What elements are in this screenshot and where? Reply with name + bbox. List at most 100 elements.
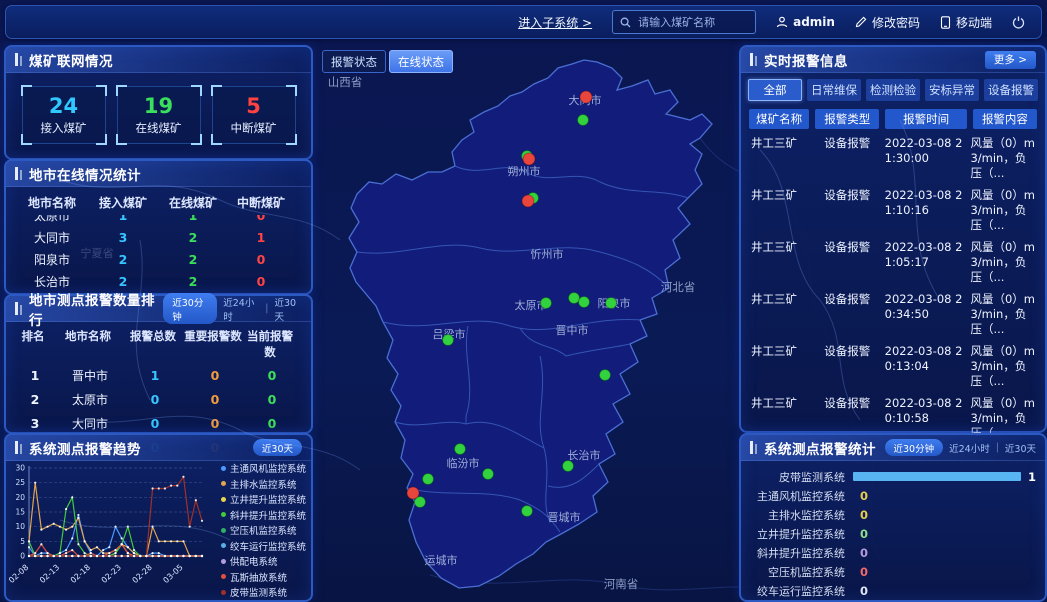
- more-button[interactable]: 更多 >: [985, 51, 1036, 69]
- tab-设备报警[interactable]: 设备报警: [984, 79, 1038, 101]
- bar-area: 0: [853, 508, 1033, 522]
- time-filter[interactable]: 近24小时: [949, 441, 990, 455]
- map-toggle-在线状态[interactable]: 在线状态: [389, 50, 453, 73]
- alarm-row[interactable]: 井工三矿设备报警2022-03-08 20:13:04风量（0）m3/min，负…: [749, 344, 1037, 389]
- mine-dot-online[interactable]: [600, 370, 611, 381]
- tab-全部[interactable]: 全部: [748, 79, 802, 101]
- system-alarm-item[interactable]: 主通风机监控系统0: [753, 486, 1033, 505]
- panel-title-icon: [15, 441, 23, 454]
- alarm-content: 风量（0）m3/min，负压（...: [970, 240, 1037, 285]
- filter-chip-active[interactable]: 近30天: [253, 439, 302, 456]
- important-alarms: 0: [184, 368, 246, 383]
- mine-dot-online[interactable]: [579, 297, 590, 308]
- mine-search[interactable]: [612, 10, 756, 34]
- alarm-type: 设备报警: [816, 292, 879, 337]
- svg-text:运城市: 运城市: [425, 553, 458, 567]
- legend-item[interactable]: 供配电系统: [221, 554, 306, 568]
- legend-item[interactable]: 瓦斯抽放系统: [221, 570, 306, 584]
- corner-decoration: [116, 134, 127, 145]
- change-password-button[interactable]: 修改密码: [855, 14, 920, 31]
- system-name: 斜井提升监控系统: [753, 545, 845, 561]
- time-filter-active[interactable]: 近30分钟: [163, 293, 217, 324]
- mine-dot-online[interactable]: [522, 506, 533, 517]
- mine-dot-online[interactable]: [483, 469, 494, 480]
- mine-dot-offline[interactable]: [580, 91, 592, 103]
- city-online-row[interactable]: 阳泉市220: [16, 248, 301, 270]
- mine-dot-online[interactable]: [606, 298, 617, 309]
- bar-area: 0: [853, 584, 1033, 598]
- legend-item[interactable]: 主通风机监控系统: [221, 461, 306, 475]
- legend-item[interactable]: 皮带监测系统: [221, 585, 306, 599]
- rank-row[interactable]: 2太原市000: [16, 387, 301, 411]
- city-online-row[interactable]: 太原市110: [16, 215, 301, 226]
- mine-dot-online[interactable]: [541, 298, 552, 309]
- system-name: 立井提升监控系统: [753, 526, 845, 542]
- tab-安标异常[interactable]: 安标异常: [925, 79, 979, 101]
- alarm-row[interactable]: 井工三矿设备报警2022-03-08 21:30:00风量（0）m3/min，负…: [749, 136, 1037, 181]
- bar-area: 0: [853, 546, 1033, 560]
- user-icon: [776, 16, 788, 28]
- alarm-row[interactable]: 井工三矿设备报警2022-03-08 21:05:17风量（0）m3/min，负…: [749, 240, 1037, 285]
- bar-area: 1: [853, 470, 1036, 484]
- panel-header: 系统测点报警趋势 近30天: [6, 435, 311, 461]
- mine-dot-offline[interactable]: [522, 195, 534, 207]
- column-header: 报警总数: [124, 328, 182, 360]
- map-toggle-报警状态[interactable]: 报警状态: [322, 50, 386, 73]
- system-alarm-item[interactable]: 空压机监控系统0: [753, 562, 1033, 581]
- offline-count: 0: [228, 252, 294, 267]
- user-menu[interactable]: admin: [776, 15, 835, 29]
- time-filter[interactable]: 近30天: [274, 295, 302, 323]
- svg-text:20: 20: [15, 493, 25, 502]
- legend-item[interactable]: 绞车运行监控系统: [221, 539, 306, 553]
- legend-item[interactable]: 空压机监控系统: [221, 523, 306, 537]
- corner-decoration: [286, 85, 297, 96]
- city-online-row[interactable]: 大同市321: [16, 226, 301, 248]
- system-alarm-item[interactable]: 斜井提升监控系统 0: [753, 543, 1033, 562]
- alarm-row[interactable]: 井工三矿设备报警2022-03-08 20:10:58风量（0）m3/min，负…: [749, 396, 1037, 436]
- alarm-column-header: 煤矿名称: [749, 109, 809, 129]
- tab-日常维保[interactable]: 日常维保: [807, 79, 861, 101]
- mine-dot-online[interactable]: [455, 444, 466, 455]
- rank-row[interactable]: 1晋中市100: [16, 363, 301, 387]
- mine-dot-online[interactable]: [563, 461, 574, 472]
- panel-title: 系统测点报警趋势: [29, 438, 141, 458]
- mobile-button[interactable]: 移动端: [940, 14, 992, 31]
- system-alarm-item[interactable]: 皮带监测系统1: [753, 467, 1033, 486]
- legend-item[interactable]: 斜井提升监控系统: [221, 508, 306, 522]
- mine-dot-offline[interactable]: [523, 153, 535, 165]
- legend-item[interactable]: 主排水监控系统: [221, 477, 306, 491]
- mine-dot-online[interactable]: [423, 474, 434, 485]
- alarm-row[interactable]: 井工三矿设备报警2022-03-08 20:34:50风量（0）m3/min，负…: [749, 292, 1037, 337]
- system-alarm-item[interactable]: 绞车运行监控系统0: [753, 581, 1033, 600]
- alarm-type: 设备报警: [816, 136, 879, 181]
- tab-检测检验[interactable]: 检测检验: [866, 79, 920, 101]
- panel-city-alarm-rank: 地市测点报警数量排行 近30分钟近24小时|近30天 排名地市名称报警总数重要报…: [4, 294, 313, 434]
- search-icon: [620, 17, 631, 28]
- alarm-row[interactable]: 井工三矿设备报警2022-03-08 21:10:16风量（0）m3/min，负…: [749, 188, 1037, 233]
- search-input[interactable]: [636, 15, 748, 30]
- offline-count: 0: [228, 215, 294, 223]
- legend-item[interactable]: 立井提升监控系统: [221, 492, 306, 506]
- mine-dot-online[interactable]: [578, 115, 589, 126]
- legend-dot: [221, 497, 226, 502]
- column-header: 当前报警数: [244, 328, 296, 360]
- mine-dot-offline[interactable]: [407, 487, 419, 499]
- value-bar: [853, 472, 1021, 481]
- city-online-headers: 地市名称接入煤矿在线煤矿中断煤矿: [6, 187, 311, 215]
- svg-text:02-18: 02-18: [69, 563, 92, 585]
- mine-dot-online[interactable]: [443, 335, 454, 346]
- time-filter-active[interactable]: 近30分钟: [885, 439, 944, 456]
- system-alarm-item[interactable]: 立井提升监控系统0: [753, 524, 1033, 543]
- city-name: 阳泉市: [16, 251, 88, 268]
- corner-decoration: [191, 134, 202, 145]
- logout-button[interactable]: [1012, 16, 1025, 29]
- trend-legend: 主通风机监控系统主排水监控系统立井提升监控系统斜井提升监控系统空压机监控系统绞车…: [221, 461, 306, 599]
- online-count: 1: [158, 215, 228, 223]
- time-filter[interactable]: 近30天: [1005, 441, 1036, 455]
- system-alarm-item[interactable]: 主排水监控系统0: [753, 505, 1033, 524]
- time-filter[interactable]: 近24小时: [223, 295, 259, 323]
- rank-row[interactable]: 3大同市000: [16, 411, 301, 435]
- mine-dot-online[interactable]: [569, 293, 580, 304]
- svg-text:02-08: 02-08: [7, 563, 30, 585]
- enter-subsystem-link[interactable]: 进入子系统 >: [518, 14, 592, 31]
